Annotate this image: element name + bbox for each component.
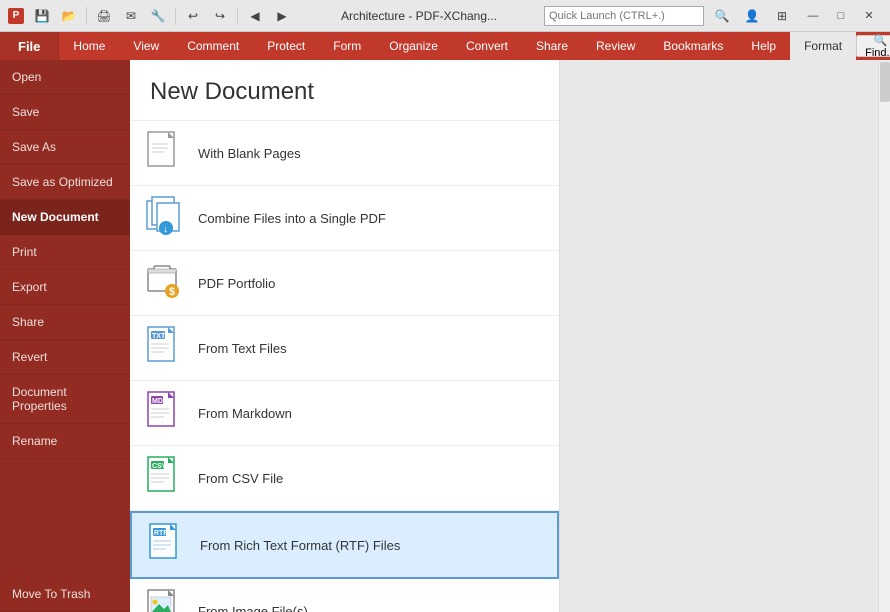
tab-view[interactable]: View [119,32,173,60]
portfolio-label: PDF Portfolio [198,276,275,291]
blank-icon-svg [146,131,182,173]
save-quick-btn[interactable]: 💾 [30,5,54,27]
txt-icon-svg: TXT [146,326,182,368]
sidebar-spacer [0,459,130,577]
toolbar-sep-3 [237,7,238,25]
tab-review[interactable]: Review [582,32,649,60]
ribbon: File Home View Comment Protect Form Orga… [0,32,890,60]
window-controls: — □ ✕ [800,6,882,26]
svg-text:↓: ↓ [163,224,168,235]
forward-btn[interactable]: ▶ [270,5,294,27]
tab-share[interactable]: Share [522,32,582,60]
svg-text:$: $ [169,286,175,298]
ribbon-right-actions: 🔍 Find... 📁 [856,32,890,60]
doc-item-markdown[interactable]: MD From Markdown [130,381,559,446]
image-icon-svg [146,589,182,612]
app-icon: P [8,8,24,24]
maximize-btn[interactable]: □ [828,6,854,26]
grid-btn[interactable]: ⊞ [770,5,794,27]
doc-item-text[interactable]: TXT From Text Files [130,316,559,381]
find-btn[interactable]: 🔍 Find... [856,35,890,57]
markdown-label: From Markdown [198,406,292,421]
sidebar-item-open[interactable]: Open [0,60,130,95]
close-btn[interactable]: ✕ [856,6,882,26]
portfolio-icon: $ [146,261,184,305]
csv-icon-svg: CSV [146,456,182,498]
app-title: Architecture - PDF-XChang... [300,9,538,23]
file-tab[interactable]: File [0,32,59,60]
sidebar-item-save-as[interactable]: Save As [0,130,130,165]
sidebar-item-move-to-trash[interactable]: Move To Trash [0,577,130,612]
print-quick-btn[interactable]: 🖨 [92,5,116,27]
blank-pages-label: With Blank Pages [198,146,301,161]
combine-label: Combine Files into a Single PDF [198,211,386,226]
doc-item-combine[interactable]: ↓ Combine Files into a Single PDF [130,186,559,251]
svg-text:MD: MD [152,398,163,405]
tab-comment[interactable]: Comment [173,32,253,60]
tab-help[interactable]: Help [737,32,790,60]
search-icon-btn[interactable]: 🔍 [710,5,734,27]
open-quick-btn[interactable]: 📂 [57,5,81,27]
tab-form[interactable]: Form [319,32,375,60]
content-area: New Document With Blank Pages [130,60,890,612]
tab-protect[interactable]: Protect [253,32,319,60]
right-preview-area [560,60,890,612]
combine-icon-svg: ↓ [146,196,182,238]
doc-item-portfolio[interactable]: $ PDF Portfolio [130,251,559,316]
md-icon-svg: MD [146,391,182,433]
text-files-label: From Text Files [198,341,287,356]
redo-btn[interactable]: ↪ [208,5,232,27]
minimize-btn[interactable]: — [800,6,826,26]
csv-label: From CSV File [198,471,283,486]
doc-item-csv[interactable]: CSV From CSV File [130,446,559,511]
panel-title: New Document [130,60,559,121]
sidebar-item-export[interactable]: Export [0,270,130,305]
sidebar-item-document-properties[interactable]: Document Properties [0,375,130,424]
scrollbar-thumb[interactable] [880,62,890,102]
sidebar-item-revert[interactable]: Revert [0,340,130,375]
rtf-icon: RTF [148,523,186,567]
undo-btn[interactable]: ↩ [181,5,205,27]
title-bar: P 💾 📂 🖨 ✉ 🔧 ↩ ↪ ◀ ▶ Architecture - PDF-X… [0,0,890,32]
new-document-panel: New Document With Blank Pages [130,60,560,612]
csv-icon: CSV [146,456,184,500]
svg-text:CSV: CSV [152,463,167,470]
doc-item-rtf[interactable]: RTF From Rich Text Format (RTF) Files [130,511,559,579]
txt-icon: TXT [146,326,184,370]
sidebar-item-save[interactable]: Save [0,95,130,130]
tab-format[interactable]: Format [790,32,856,60]
portfolio-icon-svg: $ [146,261,182,303]
tools-btn[interactable]: 🔧 [146,5,170,27]
sidebar-item-rename[interactable]: Rename [0,424,130,459]
tab-bookmarks[interactable]: Bookmarks [649,32,737,60]
main-layout: Open Save Save As Save as Optimized New … [0,60,890,612]
profile-btn[interactable]: 👤 [740,5,764,27]
tab-home[interactable]: Home [59,32,119,60]
sidebar-item-new-document[interactable]: New Document [0,200,130,235]
toolbar-sep-1 [86,7,87,25]
doc-item-blank[interactable]: With Blank Pages [130,121,559,186]
blank-page-icon [146,131,184,175]
sidebar-item-save-optimized[interactable]: Save as Optimized [0,165,130,200]
toolbar-sep-2 [175,7,176,25]
sidebar: Open Save Save As Save as Optimized New … [0,60,130,612]
image-icon [146,589,184,612]
rtf-label: From Rich Text Format (RTF) Files [200,538,400,553]
mail-btn[interactable]: ✉ [119,5,143,27]
image-label: From Image File(s) [198,604,308,612]
tab-convert[interactable]: Convert [452,32,522,60]
rtf-icon-svg: RTF [148,523,184,565]
toolbar-quick-access: 💾 📂 🖨 ✉ 🔧 ↩ ↪ ◀ ▶ [30,5,294,27]
tab-organize[interactable]: Organize [375,32,452,60]
md-icon: MD [146,391,184,435]
right-scrollbar[interactable] [878,60,890,612]
svg-text:TXT: TXT [152,333,166,340]
svg-text:RTF: RTF [154,530,168,537]
sidebar-item-share[interactable]: Share [0,305,130,340]
doc-item-image[interactable]: From Image File(s) [130,579,559,612]
back-btn[interactable]: ◀ [243,5,267,27]
combine-icon: ↓ [146,196,184,240]
quick-launch-input[interactable] [544,6,704,26]
sidebar-item-print[interactable]: Print [0,235,130,270]
